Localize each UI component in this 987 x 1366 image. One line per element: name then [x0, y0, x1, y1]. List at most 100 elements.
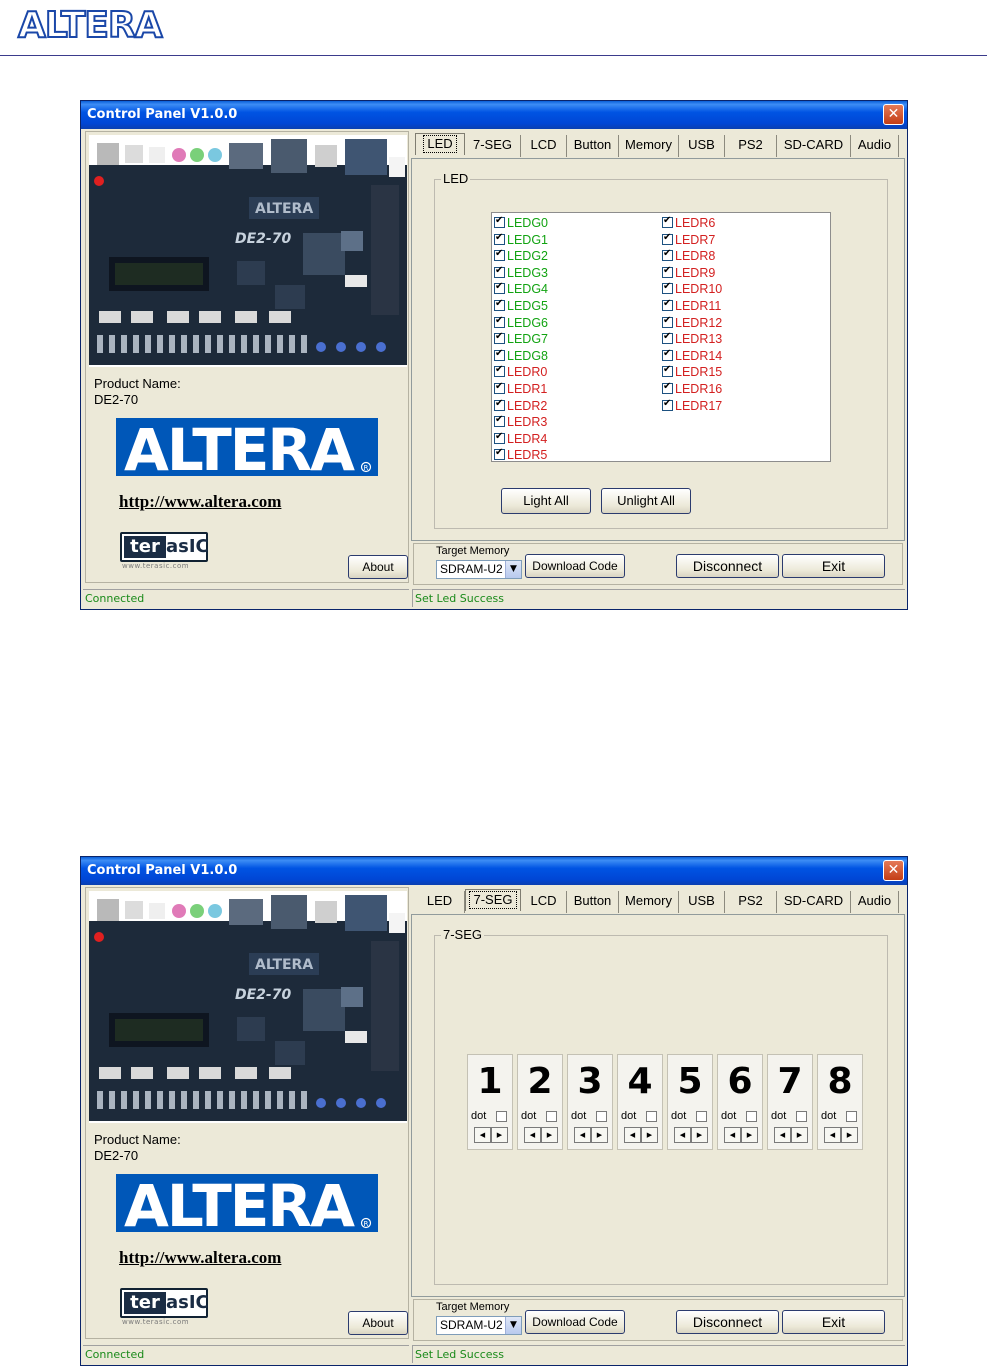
altera-url-link[interactable]: http://www.altera.com [119, 1248, 281, 1268]
led-checkbox[interactable] [662, 298, 673, 311]
led-item[interactable]: LEDG0 [494, 215, 548, 232]
led-item[interactable]: LEDR8 [662, 248, 722, 265]
led-checkbox[interactable] [494, 414, 505, 428]
tab-memory[interactable]: Memory [619, 891, 679, 913]
led-item[interactable]: LEDG2 [494, 248, 548, 265]
led-item[interactable]: LEDG4 [494, 281, 548, 298]
led-item[interactable]: LEDR15 [662, 364, 722, 381]
left-arrow-icon[interactable]: ◀ [824, 1127, 841, 1143]
led-item[interactable]: LEDR10 [662, 281, 722, 298]
about-button[interactable]: About [348, 1311, 408, 1335]
target-memory-select[interactable]: SDRAM-U2 ▼ [436, 1316, 522, 1335]
right-arrow-icon[interactable]: ▶ [791, 1127, 808, 1143]
led-item[interactable]: LEDR5 [494, 447, 548, 464]
led-item[interactable]: LEDG8 [494, 348, 548, 365]
close-button[interactable]: ✕ [883, 860, 904, 881]
led-item[interactable]: LEDR2 [494, 398, 548, 415]
dropdown-arrow-icon[interactable]: ▼ [505, 561, 521, 578]
tab-button[interactable]: Button [567, 891, 619, 913]
led-item[interactable]: LEDG7 [494, 331, 548, 348]
dot-checkbox[interactable] [496, 1111, 507, 1122]
led-checkbox[interactable] [662, 364, 673, 378]
led-checkbox[interactable] [662, 398, 673, 411]
dropdown-arrow-icon[interactable]: ▼ [505, 1317, 521, 1334]
led-checkbox[interactable] [662, 381, 673, 394]
led-checkbox[interactable] [494, 381, 505, 394]
window-titlebar[interactable]: Control Panel V1.0.0 ✕ [81, 101, 907, 129]
led-checkbox[interactable] [494, 364, 505, 378]
unlight-all-button[interactable]: Unlight All [601, 488, 691, 514]
led-checkbox[interactable] [662, 265, 673, 278]
led-checkbox[interactable] [494, 447, 505, 461]
tab-button[interactable]: Button [567, 135, 619, 157]
led-item[interactable]: LEDR13 [662, 331, 722, 348]
tab-audio[interactable]: Audio [851, 891, 899, 913]
led-item[interactable]: LEDG5 [494, 298, 548, 315]
dot-checkbox[interactable] [746, 1111, 757, 1122]
right-arrow-icon[interactable]: ▶ [491, 1127, 508, 1143]
led-checkbox[interactable] [494, 281, 505, 295]
right-arrow-icon[interactable]: ▶ [741, 1127, 758, 1143]
led-item[interactable]: LEDR4 [494, 431, 548, 448]
download-code-button[interactable]: Download Code [525, 1310, 625, 1334]
tab-ps2[interactable]: PS2 [725, 891, 777, 913]
right-arrow-icon[interactable]: ▶ [841, 1127, 858, 1143]
tab-led[interactable]: LED [415, 891, 465, 913]
left-arrow-icon[interactable]: ◀ [624, 1127, 641, 1143]
dot-checkbox[interactable] [796, 1111, 807, 1122]
light-all-button[interactable]: Light All [501, 488, 591, 514]
led-checkbox[interactable] [494, 431, 505, 444]
led-checkbox[interactable] [662, 281, 673, 295]
led-checkbox[interactable] [494, 348, 505, 361]
led-item[interactable]: LEDR11 [662, 298, 722, 315]
tab-audio[interactable]: Audio [851, 135, 899, 157]
led-item[interactable]: LEDG1 [494, 232, 548, 249]
tab-lcd[interactable]: LCD [521, 135, 567, 157]
download-code-button[interactable]: Download Code [525, 554, 625, 578]
led-checkbox[interactable] [494, 265, 505, 278]
led-item[interactable]: LEDR6 [662, 215, 722, 232]
led-checkbox[interactable] [662, 248, 673, 262]
dot-checkbox[interactable] [846, 1111, 857, 1122]
led-item[interactable]: LEDG6 [494, 315, 548, 332]
dot-checkbox[interactable] [696, 1111, 707, 1122]
close-button[interactable]: ✕ [883, 104, 904, 125]
tab-7seg[interactable]: 7-SEG [465, 889, 521, 911]
left-arrow-icon[interactable]: ◀ [474, 1127, 491, 1143]
led-checkbox[interactable] [494, 398, 505, 411]
right-arrow-icon[interactable]: ▶ [691, 1127, 708, 1143]
led-checkbox[interactable] [662, 315, 673, 328]
left-arrow-icon[interactable]: ◀ [674, 1127, 691, 1143]
exit-button[interactable]: Exit [782, 554, 885, 578]
tab-ps2[interactable]: PS2 [725, 135, 777, 157]
led-item[interactable]: LEDR12 [662, 315, 722, 332]
led-checkbox[interactable] [494, 331, 505, 345]
led-item[interactable]: LEDR9 [662, 265, 722, 282]
dot-checkbox[interactable] [646, 1111, 657, 1122]
right-arrow-icon[interactable]: ▶ [591, 1127, 608, 1143]
led-checkbox[interactable] [494, 298, 505, 311]
led-item[interactable]: LEDR3 [494, 414, 548, 431]
led-checkbox[interactable] [662, 232, 673, 245]
tab-lcd[interactable]: LCD [521, 891, 567, 913]
tab-sd-card[interactable]: SD-CARD [777, 135, 851, 157]
window-titlebar[interactable]: Control Panel V1.0.0 ✕ [81, 857, 907, 885]
tab-memory[interactable]: Memory [619, 135, 679, 157]
left-arrow-icon[interactable]: ◀ [774, 1127, 791, 1143]
led-item[interactable]: LEDG3 [494, 265, 548, 282]
tab-7seg[interactable]: 7-SEG [465, 135, 521, 157]
left-arrow-icon[interactable]: ◀ [724, 1127, 741, 1143]
dot-checkbox[interactable] [546, 1111, 557, 1122]
led-item[interactable]: LEDR7 [662, 232, 722, 249]
exit-button[interactable]: Exit [782, 1310, 885, 1334]
led-checkbox[interactable] [662, 215, 673, 228]
altera-url-link[interactable]: http://www.altera.com [119, 492, 281, 512]
disconnect-button[interactable]: Disconnect [676, 554, 779, 578]
right-arrow-icon[interactable]: ▶ [541, 1127, 558, 1143]
tab-usb[interactable]: USB [679, 135, 725, 157]
led-item[interactable]: LEDR0 [494, 364, 548, 381]
dot-checkbox[interactable] [596, 1111, 607, 1122]
tab-usb[interactable]: USB [679, 891, 725, 913]
right-arrow-icon[interactable]: ▶ [641, 1127, 658, 1143]
tab-led[interactable]: LED [415, 133, 465, 155]
